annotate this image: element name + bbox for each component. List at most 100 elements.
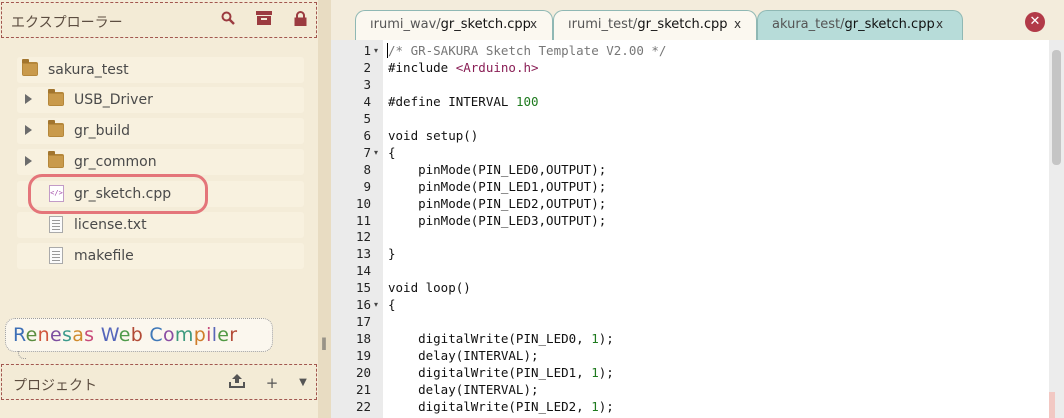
code-token: digitalWrite(PIN_LED2,: [388, 398, 592, 414]
expand-arrow-icon[interactable]: [25, 125, 32, 135]
line-number: 17: [355, 314, 371, 330]
code-token: pinMode(PIN_LED3,OUTPUT);: [388, 212, 607, 228]
code-line[interactable]: digitalWrite(PIN_LED2, 1);: [388, 399, 614, 414]
tree-item-makefile[interactable]: makefile: [17, 243, 304, 269]
logo-letter: e: [50, 324, 62, 346]
plus-icon[interactable]: +: [262, 373, 282, 393]
code-line[interactable]: #define INTERVAL 100: [388, 94, 539, 109]
logo-letter: s: [84, 324, 95, 346]
code-token: );: [598, 398, 614, 414]
line-number: 5: [363, 110, 371, 126]
line-number: 1: [363, 43, 371, 58]
tab-gr-sketch-test[interactable]: ırumi_test/gr_sketch.cpp x: [553, 10, 757, 40]
code-editor[interactable]: 1 ▾ 2 3 4 5 6 7 ▾ 8 9 10 11 12 13 14 15 16 ▾ 17 18 19 20 21 22 /…: [331, 40, 1049, 418]
code-token: {: [388, 297, 396, 313]
vertical-scrollbar[interactable]: [1049, 40, 1064, 418]
tree-item-license-txt[interactable]: license.txt: [17, 212, 304, 238]
explorer-header: エクスプローラー: [1, 2, 317, 38]
code-line[interactable]: {: [388, 297, 396, 312]
tree-item-gr-build[interactable]: gr_build: [17, 118, 304, 144]
code-token: <Arduino.h>: [455, 59, 539, 75]
code-line[interactable]: pinMode(PIN_LED0,OUTPUT);: [388, 162, 606, 177]
code-line[interactable]: pinMode(PIN_LED1,OUTPUT);: [388, 179, 606, 194]
code-token: );: [598, 331, 614, 347]
code-line[interactable]: digitalWrite(PIN_LED0, 1);: [388, 331, 614, 346]
explorer-panel: エクスプローラー sakura_test USB_Driver gr_build…: [0, 0, 318, 418]
logo-letter: o: [162, 324, 175, 346]
code-token: digitalWrite(PIN_LED0,: [388, 331, 592, 347]
tree-label: USB_Driver: [74, 92, 153, 108]
line-number: 11: [355, 212, 371, 228]
line-number-gutter: 1 ▾ 2 3 4 5 6 7 ▾ 8 9 10 11 12 13 14 15 16 ▾ 17 18 19 20 21 22: [331, 40, 383, 418]
scrollbar-thumb[interactable]: [1052, 50, 1061, 165]
code-line[interactable]: #include <Arduino.h>: [388, 60, 539, 75]
code-line[interactable]: digitalWrite(PIN_LED1, 1);: [388, 365, 614, 380]
close-all-tabs-icon[interactable]: ✕: [1025, 12, 1045, 32]
text-file-icon: [49, 247, 63, 264]
line-number: 15: [355, 280, 371, 296]
line-number: 21: [355, 382, 371, 397]
tab-close-icon[interactable]: x: [936, 17, 943, 31]
tree-label: license.txt: [74, 217, 147, 233]
logo-letter: e: [217, 324, 230, 346]
project-header[interactable]: プロジェクト + ▼: [1, 364, 317, 400]
tab-close-icon[interactable]: x: [734, 17, 741, 31]
highlight-annotation: [28, 174, 208, 214]
tree-item-gr-common[interactable]: gr_common: [17, 149, 304, 175]
tree-label: gr_common: [74, 154, 157, 170]
code-line[interactable]: delay(INTERVAL);: [388, 382, 539, 397]
splitter-grip-icon[interactable]: ‖: [321, 336, 327, 350]
fold-toggle-icon[interactable]: ▾: [374, 46, 378, 55]
code-line[interactable]: void loop(): [388, 280, 471, 295]
tab-gr-sketch-sakura-active[interactable]: akura_test/gr_sketch.cpp x: [757, 10, 963, 40]
line-number: 13: [355, 246, 371, 262]
line-number: 18: [355, 331, 371, 347]
code-token: #define INTERVAL: [388, 93, 516, 109]
code-line[interactable]: }: [388, 246, 396, 261]
line-number: 22: [355, 398, 371, 414]
tab-close-icon[interactable]: x: [530, 17, 537, 31]
code-token: pinMode(PIN_LED1,OUTPUT);: [388, 178, 607, 194]
code-line[interactable]: {: [388, 145, 396, 160]
fold-toggle-icon[interactable]: ▾: [374, 148, 378, 157]
code-line[interactable]: delay(INTERVAL);: [388, 348, 539, 364]
tree-item-usb-driver[interactable]: USB_Driver: [17, 87, 304, 113]
line-number: 3: [363, 76, 371, 92]
line-number: 12: [355, 229, 371, 245]
search-icon[interactable]: [218, 11, 238, 31]
code-line[interactable]: void setup(): [388, 128, 478, 143]
line-number: 9: [363, 178, 371, 194]
scrollbar-edge: [1049, 392, 1055, 418]
tab-label: akura_test/gr_sketch.cpp: [772, 17, 935, 32]
text-file-icon: [49, 216, 63, 233]
code-token: pinMode(PIN_LED2,OUTPUT);: [388, 195, 607, 211]
expand-arrow-icon[interactable]: [25, 94, 32, 104]
code-token: delay(INTERVAL);: [388, 348, 539, 364]
panel-splitter[interactable]: ‖: [318, 0, 331, 418]
code-token: delay(INTERVAL);: [388, 382, 539, 397]
fold-toggle-icon[interactable]: ▾: [374, 300, 378, 309]
tab-label: ırumi_wav/gr_sketch.cpp: [370, 17, 531, 32]
code-line[interactable]: /* GR-SAKURA Sketch Template V2.00 */: [388, 43, 666, 58]
tab-gr-sketch-wav[interactable]: ırumi_wav/gr_sketch.cpp x: [355, 10, 553, 40]
dropdown-icon[interactable]: ▼: [293, 373, 313, 393]
code-line[interactable]: pinMode(PIN_LED3,OUTPUT);: [388, 213, 606, 228]
expand-arrow-icon[interactable]: [25, 156, 32, 166]
code-token: void loop(): [388, 280, 471, 296]
tab-bar: ırumi_wav/gr_sketch.cpp x ırumi_test/gr_…: [331, 0, 1064, 40]
logo-letter: m: [174, 324, 194, 346]
line-number: 6: [363, 127, 371, 143]
code-token: 1: [591, 331, 599, 347]
line-number: 4: [363, 93, 371, 109]
code-line[interactable]: pinMode(PIN_LED2,OUTPUT);: [388, 196, 606, 211]
line-number: 19: [355, 348, 371, 364]
tree-label: sakura_test: [48, 62, 129, 78]
archive-icon[interactable]: [254, 11, 274, 31]
tree-label: gr_build: [74, 123, 131, 139]
lock-icon[interactable]: [290, 11, 310, 31]
code-token: 1: [591, 365, 599, 381]
logo-letter: e: [25, 324, 38, 346]
logo-letter: b: [130, 324, 144, 346]
tree-item-sakura-test[interactable]: sakura_test: [17, 57, 304, 83]
upload-icon[interactable]: [227, 373, 247, 393]
